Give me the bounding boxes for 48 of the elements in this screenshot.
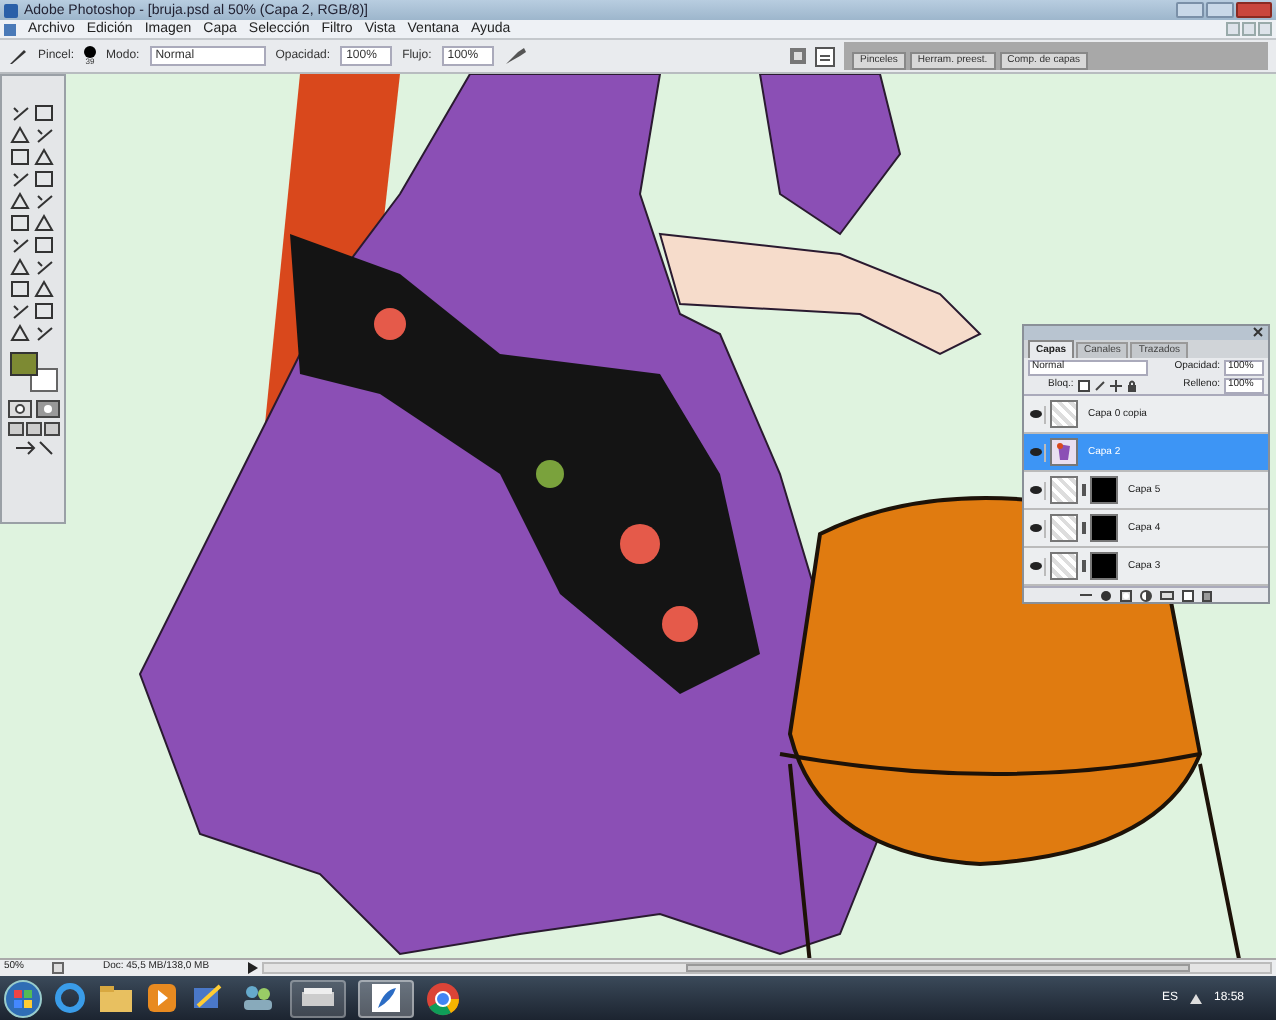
chrome-icon[interactable] [426,981,460,1015]
zoom-icon[interactable] [52,962,64,974]
taskbar-button[interactable] [290,979,346,1017]
start-button-icon[interactable] [4,979,42,1017]
eye-icon[interactable] [1030,524,1042,533]
tray-arrow-icon[interactable] [1189,993,1202,1003]
media-player-icon[interactable] [146,982,178,1014]
lock-transparency-icon[interactable] [1077,380,1090,393]
layer-mask-thumbnail [1090,514,1118,543]
layer-mask-thumbnail [1090,552,1118,581]
lock-icon[interactable] [1125,380,1138,393]
people-icon[interactable] [238,982,278,1014]
brush-icon[interactable] [8,46,28,66]
feather-icon [372,984,400,1012]
folder-icon[interactable] [98,983,134,1013]
document-icon[interactable] [814,45,838,67]
standard-mode-icon[interactable] [7,400,31,418]
move-icon[interactable] [1109,380,1122,393]
eye-icon[interactable] [1030,562,1042,571]
arrow-right-icon[interactable] [248,962,258,974]
brush-tip-icon [84,46,97,58]
folder-icon[interactable] [1160,590,1174,601]
taskbar-button[interactable] [358,979,414,1017]
adjustment-icon[interactable] [1140,589,1152,602]
eye-icon[interactable] [1030,410,1042,419]
brush-icon[interactable] [1093,380,1106,393]
close-icon[interactable] [1252,326,1264,339]
layer-style-icon[interactable] [1100,589,1112,602]
layer-thumbnail [1050,514,1078,543]
link-icon[interactable] [1080,590,1092,601]
eye-icon[interactable] [1030,486,1042,495]
trash-icon[interactable] [1202,589,1212,602]
quick-mask-icon[interactable] [35,400,59,418]
layer-thumbnail [1050,476,1078,505]
browser-icon[interactable] [54,982,86,1014]
airbrush-icon[interactable] [503,46,528,66]
new-layer-icon[interactable] [1182,589,1194,602]
app-icon[interactable] [190,982,226,1014]
layer-thumbnail [1050,400,1078,429]
color-swatches[interactable] [9,352,57,392]
scanner-icon [300,988,336,1008]
layer-mask-thumbnail [1090,476,1118,505]
layer-thumbnail [1050,552,1078,581]
palette-icon[interactable] [788,46,808,66]
mask-icon[interactable] [1120,589,1132,602]
horizontal-scrollbar[interactable] [262,962,1272,974]
jump-to-icon[interactable] [13,440,53,456]
layer-thumbnail [1050,438,1078,467]
